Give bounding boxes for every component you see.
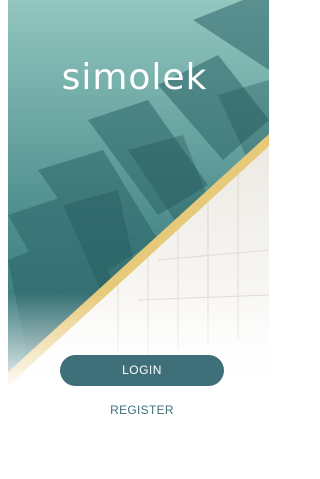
splash-screen: simolek LOGIN REGISTER [0, 0, 269, 479]
register-link[interactable]: REGISTER [60, 403, 224, 417]
login-button[interactable]: LOGIN [60, 355, 224, 386]
app-logo: simolek [61, 57, 208, 98]
